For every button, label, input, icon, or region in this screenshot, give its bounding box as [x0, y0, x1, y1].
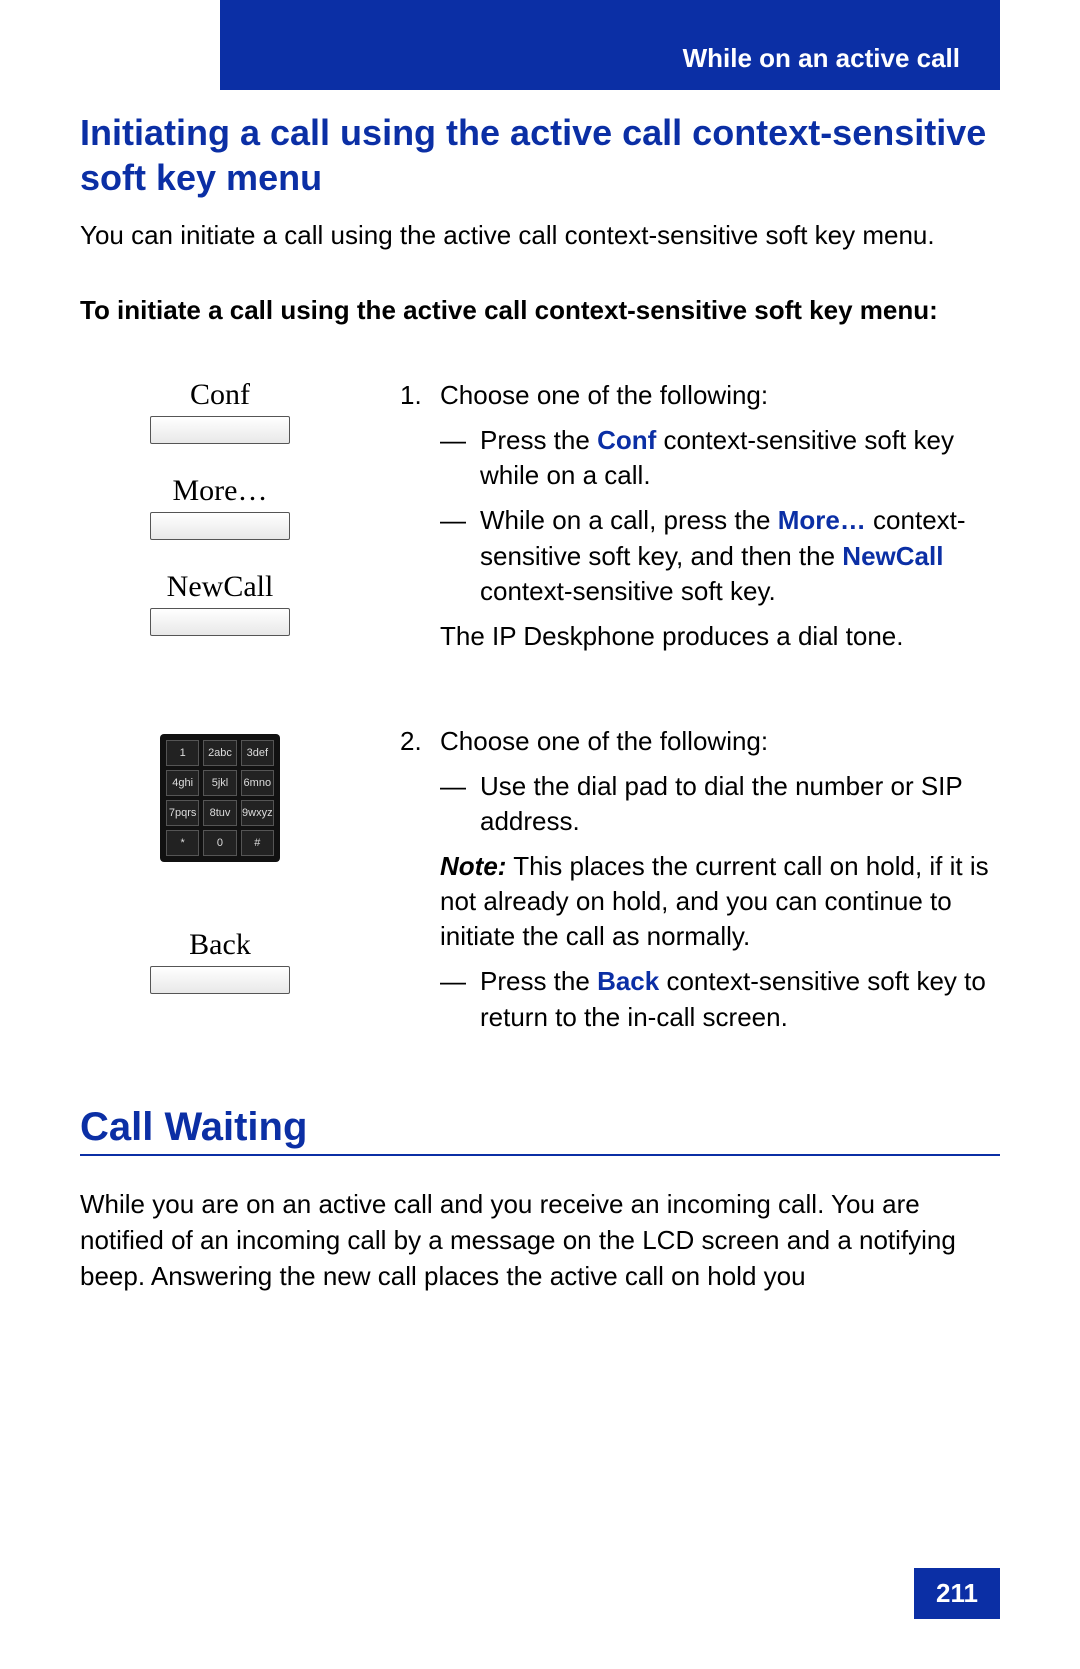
step-2-note: Note: This places the current call on ho…: [440, 849, 1000, 954]
call-waiting-body: While you are on an active call and you …: [80, 1186, 1000, 1295]
section-title: Initiating a call using the active call …: [80, 110, 1000, 200]
dialpad-key: 7pqrs: [166, 800, 199, 826]
step-2-opt2: Press the Back context-sensitive soft ke…: [480, 964, 1000, 1034]
dialpad-key: *: [166, 830, 199, 856]
step-2-text: 2. Choose one of the following: — Use th…: [360, 724, 1000, 1045]
running-title: While on an active call: [683, 43, 960, 74]
softkey-conf-button: [150, 416, 290, 444]
softkey-more-button: [150, 512, 290, 540]
dialpad-key: 1: [166, 740, 199, 766]
dialpad-key: 6mno: [241, 770, 274, 796]
step-1-result: The IP Deskphone produces a dial tone.: [440, 619, 1000, 654]
step-2-number: 2.: [400, 724, 440, 759]
step-1-opt1: Press the Conf context-sensitive soft ke…: [480, 423, 1000, 493]
back-keyword: Back: [597, 966, 659, 996]
newcall-keyword: NewCall: [842, 541, 943, 571]
call-waiting-title: Call Waiting: [80, 1105, 1000, 1156]
dialpad-key: 2abc: [203, 740, 236, 766]
step-1-text: 1. Choose one of the following: — Press …: [360, 378, 1000, 664]
softkey-more-group: More…: [150, 474, 290, 540]
page-number: 211: [914, 1568, 1000, 1619]
softkey-newcall-group: NewCall: [150, 570, 290, 636]
step-2-opt1: Use the dial pad to dial the number or S…: [480, 769, 1000, 839]
header-banner: While on an active call: [220, 0, 1000, 90]
step-1-icons: Conf More… NewCall: [80, 378, 360, 660]
softkey-conf-label: Conf: [190, 378, 250, 412]
softkey-back-group: Back: [150, 928, 290, 994]
intro-paragraph: You can initiate a call using the active…: [80, 218, 1000, 253]
dialpad-icon: 1 2abc 3def 4ghi 5jkl 6mno 7pqrs 8tuv 9w…: [160, 734, 280, 862]
dash-icon: —: [440, 769, 480, 839]
softkey-newcall-label: NewCall: [167, 570, 274, 604]
dialpad-key: 5jkl: [203, 770, 236, 796]
dash-icon: —: [440, 423, 480, 493]
more-keyword: More…: [778, 505, 866, 535]
dialpad-key: #: [241, 830, 274, 856]
step-1-opt2: While on a call, press the More… context…: [480, 503, 1000, 608]
step-2-lead: Choose one of the following:: [440, 724, 768, 759]
dialpad-key: 4ghi: [166, 770, 199, 796]
softkey-more-label: More…: [173, 474, 268, 508]
page-content: Initiating a call using the active call …: [80, 110, 1000, 1295]
softkey-conf-group: Conf: [150, 378, 290, 444]
dialpad-key: 0: [203, 830, 236, 856]
step-1-row: Conf More… NewCall 1. Choose one of the …: [80, 378, 1000, 664]
conf-keyword: Conf: [597, 425, 656, 455]
softkey-newcall-button: [150, 608, 290, 636]
step-2-row: 1 2abc 3def 4ghi 5jkl 6mno 7pqrs 8tuv 9w…: [80, 724, 1000, 1045]
dialpad-key: 8tuv: [203, 800, 236, 826]
dialpad-key: 9wxyz: [241, 800, 274, 826]
dialpad-key: 3def: [241, 740, 274, 766]
step-1-number: 1.: [400, 378, 440, 413]
procedure-lead: To initiate a call using the active call…: [80, 293, 1000, 328]
softkey-back-label: Back: [189, 928, 251, 962]
softkey-back-button: [150, 966, 290, 994]
dash-icon: —: [440, 503, 480, 608]
dash-icon: —: [440, 964, 480, 1034]
step-2-icons: 1 2abc 3def 4ghi 5jkl 6mno 7pqrs 8tuv 9w…: [80, 724, 360, 1018]
step-1-lead: Choose one of the following:: [440, 378, 768, 413]
note-label: Note:: [440, 851, 506, 881]
